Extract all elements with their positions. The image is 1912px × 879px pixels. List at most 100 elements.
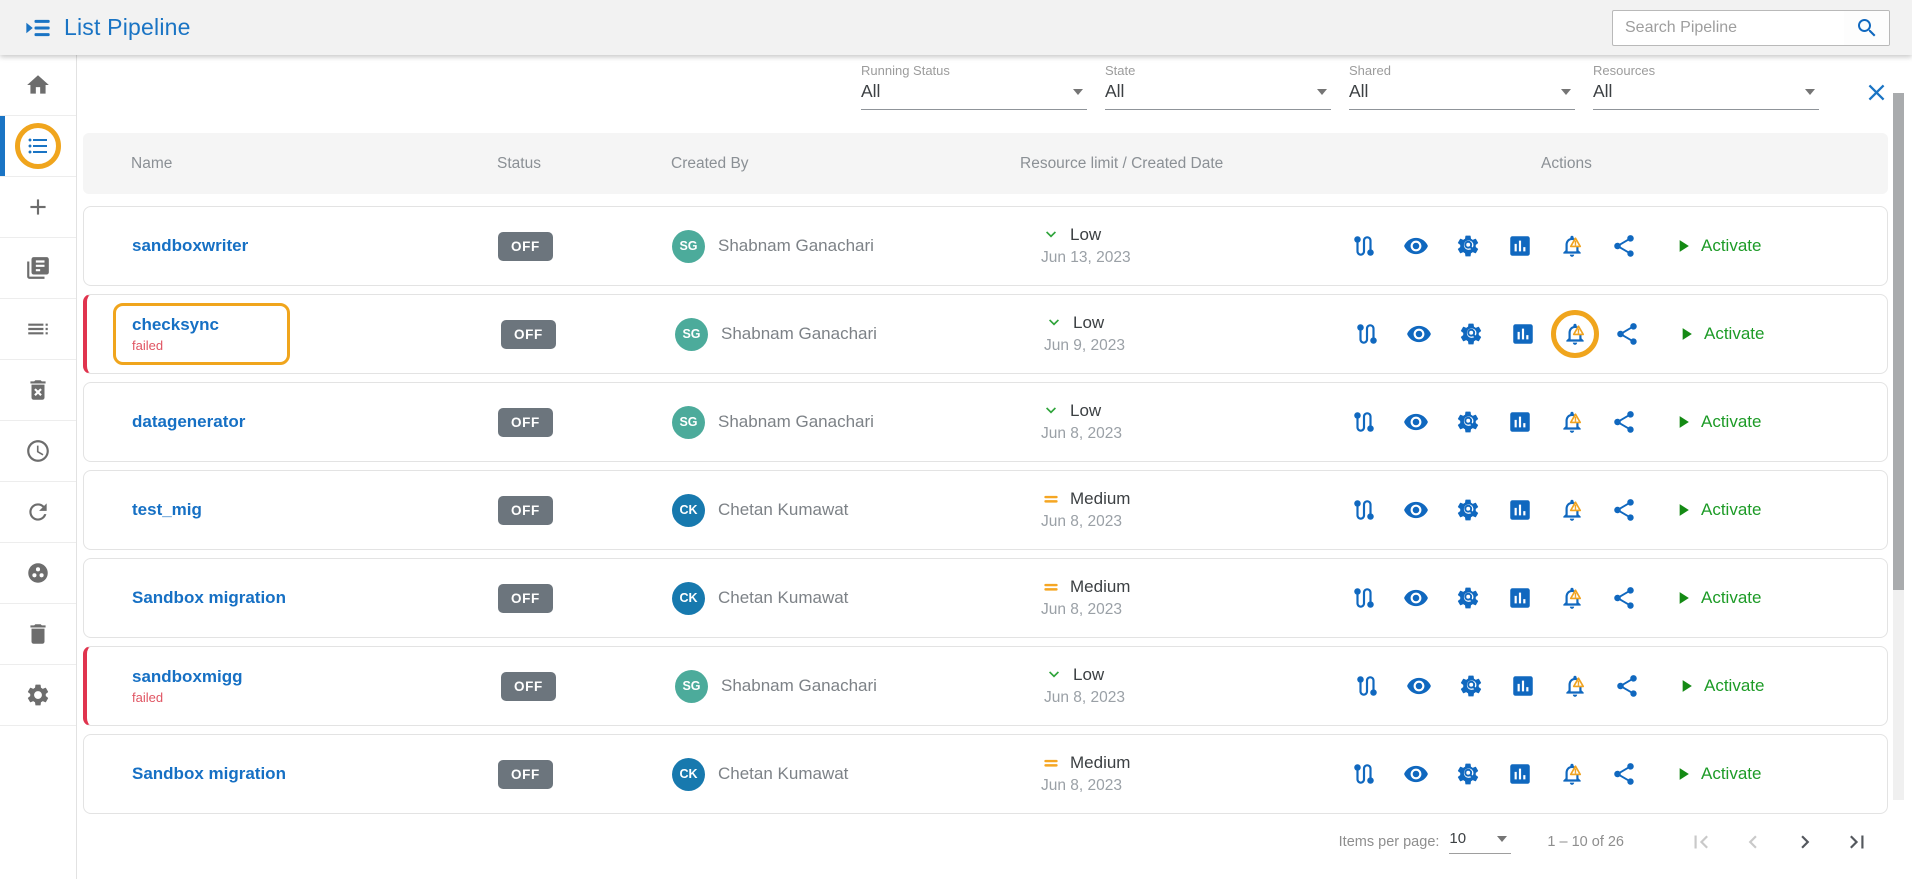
filter-shared[interactable]: Shared All (1349, 63, 1575, 110)
scrollbar-track[interactable] (1893, 93, 1904, 800)
gear-search-button[interactable] (1455, 761, 1481, 787)
view-eye-icon (1406, 321, 1432, 347)
play-icon (1673, 500, 1693, 520)
view-button[interactable] (1406, 321, 1432, 347)
filter-state[interactable]: State All (1105, 63, 1331, 110)
alert-bell-button[interactable] (1559, 409, 1585, 435)
gear-search-button[interactable] (1458, 673, 1484, 699)
pipeline-flow-button[interactable] (1354, 673, 1380, 699)
pipeline-name-link[interactable]: sandboxwriter (132, 236, 248, 256)
search-input[interactable] (1613, 19, 1844, 37)
bar-chart-icon (1510, 673, 1536, 699)
activate-button[interactable]: Activate (1676, 324, 1764, 344)
table-row[interactable]: checksync failed OFF SG Shabnam Ganachar… (83, 294, 1888, 374)
sidebar-item-refresh[interactable] (0, 482, 76, 543)
sidebar-item-trash-dismiss[interactable] (0, 360, 76, 421)
previous-page-button[interactable] (1740, 829, 1766, 855)
pipeline-flow-button[interactable] (1354, 321, 1380, 347)
sidebar-item-history[interactable] (0, 421, 76, 482)
chart-button[interactable] (1507, 497, 1533, 523)
scrollbar-thumb[interactable] (1893, 93, 1904, 590)
share-button[interactable] (1611, 409, 1637, 435)
pipeline-flow-button[interactable] (1351, 761, 1377, 787)
chart-button[interactable] (1507, 761, 1533, 787)
filter-running-status[interactable]: Running Status All (861, 63, 1087, 110)
share-button[interactable] (1611, 761, 1637, 787)
sidebar-item-pipeline-list[interactable] (0, 116, 76, 177)
app-header: List Pipeline (0, 0, 1912, 55)
first-page-button[interactable] (1688, 829, 1714, 855)
sidebar-item-list-details[interactable] (0, 299, 76, 360)
alert-bell-button[interactable] (1559, 233, 1585, 259)
avatar: SG (672, 230, 705, 263)
sidebar-item-delete[interactable] (0, 604, 76, 665)
pipeline-flow-button[interactable] (1351, 497, 1377, 523)
table-row[interactable]: sandboxwriter OFF SG Shabnam Ganachari L… (83, 206, 1888, 286)
share-button[interactable] (1614, 321, 1640, 347)
search-button[interactable] (1844, 11, 1889, 45)
activate-label: Activate (1704, 676, 1764, 696)
pipeline-name-link[interactable]: checksync (132, 315, 219, 335)
filter-resources[interactable]: Resources All (1593, 63, 1819, 110)
alert-bell-button[interactable] (1562, 321, 1588, 347)
close-filters-button[interactable] (1863, 79, 1890, 106)
settings-icon (25, 682, 51, 708)
next-page-button[interactable] (1792, 829, 1818, 855)
chart-button[interactable] (1510, 673, 1536, 699)
alert-bell-button[interactable] (1562, 673, 1588, 699)
table-row[interactable]: datagenerator OFF SG Shabnam Ganachari L… (83, 382, 1888, 462)
view-button[interactable] (1403, 761, 1429, 787)
sidebar-item-copy[interactable] (0, 238, 76, 299)
view-button[interactable] (1403, 233, 1429, 259)
chart-button[interactable] (1510, 321, 1536, 347)
pipeline-flow-button[interactable] (1351, 233, 1377, 259)
gear-search-button[interactable] (1455, 585, 1481, 611)
table-row[interactable]: test_mig OFF CK Chetan Kumawat Medium Ju… (83, 470, 1888, 550)
pipeline-flow-button[interactable] (1351, 585, 1377, 611)
pipeline-name-link[interactable]: datagenerator (132, 412, 245, 432)
view-button[interactable] (1403, 497, 1429, 523)
share-icon (1614, 673, 1640, 699)
activate-button[interactable]: Activate (1673, 236, 1761, 256)
gear-search-button[interactable] (1455, 409, 1481, 435)
column-header-resource: Resource limit / Created Date (975, 155, 1307, 173)
sidebar-item-settings[interactable] (0, 665, 76, 726)
sidebar-item-cluster[interactable] (0, 543, 76, 604)
gear-search-button[interactable] (1458, 321, 1484, 347)
activate-label: Activate (1704, 324, 1764, 344)
sidebar-item-home[interactable] (0, 55, 76, 116)
activate-button[interactable]: Activate (1673, 412, 1761, 432)
share-button[interactable] (1614, 673, 1640, 699)
chart-button[interactable] (1507, 585, 1533, 611)
gear-search-button[interactable] (1455, 497, 1481, 523)
table-row[interactable]: Sandbox migration OFF CK Chetan Kumawat … (83, 558, 1888, 638)
pipeline-flow-button[interactable] (1351, 409, 1377, 435)
alert-bell-button[interactable] (1559, 585, 1585, 611)
items-per-page-select[interactable]: 10 (1449, 830, 1511, 854)
activate-button[interactable]: Activate (1673, 764, 1761, 784)
sidebar-item-add[interactable] (0, 177, 76, 238)
activate-button[interactable]: Activate (1676, 676, 1764, 696)
share-button[interactable] (1611, 497, 1637, 523)
alert-bell-button[interactable] (1559, 761, 1585, 787)
table-row[interactable]: Sandbox migration OFF CK Chetan Kumawat … (83, 734, 1888, 814)
activate-button[interactable]: Activate (1673, 588, 1761, 608)
table-row[interactable]: sandboxmigg failed OFF SG Shabnam Ganach… (83, 646, 1888, 726)
share-button[interactable] (1611, 585, 1637, 611)
pipeline-name-link[interactable]: test_mig (132, 500, 202, 520)
pipeline-name-link[interactable]: sandboxmigg (132, 667, 243, 687)
last-page-button[interactable] (1844, 829, 1870, 855)
pipeline-name-link[interactable]: Sandbox migration (132, 588, 286, 608)
alert-bell-button[interactable] (1559, 497, 1585, 523)
view-button[interactable] (1403, 409, 1429, 435)
add-icon (25, 194, 51, 220)
view-button[interactable] (1406, 673, 1432, 699)
pipeline-name-link[interactable]: Sandbox migration (132, 764, 286, 784)
gear-search-button[interactable] (1455, 233, 1481, 259)
activate-button[interactable]: Activate (1673, 500, 1761, 520)
chart-button[interactable] (1507, 409, 1533, 435)
chart-button[interactable] (1507, 233, 1533, 259)
view-button[interactable] (1403, 585, 1429, 611)
share-icon (1611, 497, 1637, 523)
share-button[interactable] (1611, 233, 1637, 259)
